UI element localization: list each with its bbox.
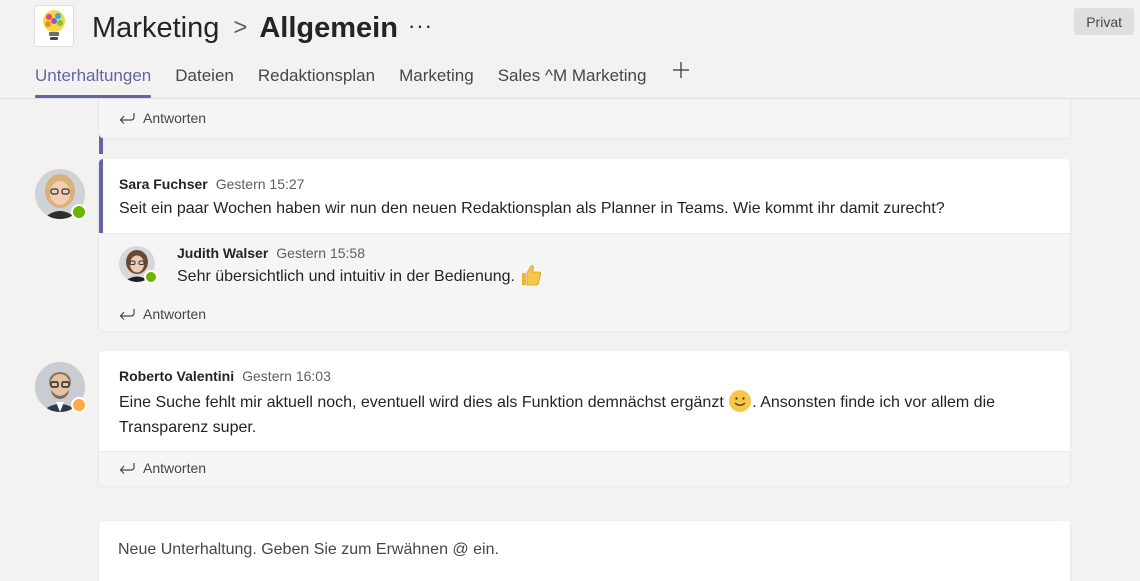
reply-button[interactable]: Antworten: [119, 110, 206, 126]
thread-roberto-valentini: Roberto Valentini Gestern 16:03 Eine Such…: [99, 351, 1070, 486]
add-tab-icon[interactable]: [671, 60, 691, 80]
privacy-badge: Privat: [1074, 8, 1134, 35]
reply-author[interactable]: Judith Walser: [177, 245, 268, 261]
reply-label: Antworten: [143, 306, 207, 322]
message: Roberto Valentini Gestern 16:03 Eine Such…: [119, 368, 1049, 440]
compose-placeholder: Neue Unterhaltung. Geben Sie zum Erwähne…: [118, 541, 499, 558]
reply-label: Antworten: [143, 460, 207, 476]
reply-area: Antworten: [99, 98, 1070, 138]
team-logo[interactable]: [35, 6, 73, 46]
tab-dateien[interactable]: Dateien: [175, 66, 234, 98]
message-time: Gestern 16:03: [242, 368, 331, 384]
more-options-icon[interactable]: ···: [408, 13, 433, 39]
reply-arrow-icon: [119, 463, 135, 474]
message-text-part1: Eine Suche fehlt mir aktuell noch, event…: [119, 394, 724, 411]
tab-marketing[interactable]: Marketing: [399, 66, 474, 98]
message-text: Seit ein paar Wochen haben wir nun den n…: [119, 200, 945, 217]
reply-time: Gestern 15:58: [276, 245, 366, 261]
message-author[interactable]: Sara Fuchser: [119, 176, 208, 192]
message-time: Gestern 15:27: [215, 176, 305, 192]
avatar[interactable]: [119, 246, 158, 284]
reply-text: Sehr übersichtlich und intuitiv in der B…: [177, 268, 515, 285]
tab-sales-marketing[interactable]: Sales ^M Marketing: [498, 66, 647, 98]
reply-label: Antworten: [143, 110, 207, 126]
status-available-icon: [71, 204, 87, 220]
team-name[interactable]: Marketing: [92, 12, 219, 45]
lightbulb-icon: [43, 10, 65, 40]
reply-area: Antworten: [99, 451, 1070, 486]
message-text: Eine Suche fehlt mir aktuell noch, event…: [119, 389, 1049, 440]
reply-button[interactable]: Antworten: [119, 460, 206, 476]
message-author[interactable]: Roberto Valentini: [119, 368, 234, 384]
reply-button[interactable]: Antworten: [119, 306, 206, 322]
thread-sara-fuchser: Sara Fuchser Gestern 15:27 Seit ein paar …: [99, 159, 1070, 331]
message-text-part2: . Ansonsten finde ich vor allem die: [752, 394, 996, 411]
breadcrumb-separator: >: [233, 14, 248, 41]
reply-text-line: Sehr übersichtlich und intuitiv in der B…: [177, 264, 1037, 289]
tab-redaktionsplan[interactable]: Redaktionsplan: [258, 66, 375, 98]
status-away-icon: [71, 397, 87, 413]
channel-header: Marketing > Allgemein ··· Privat Unterha…: [0, 0, 1140, 99]
reply-arrow-icon: [119, 113, 135, 124]
avatar[interactable]: [35, 362, 87, 413]
reply-arrow-icon: [119, 309, 135, 320]
reply-area: Judith Walser Gestern 15:58 Sehr übersich…: [99, 233, 1070, 331]
reply-message: Judith Walser Gestern 15:58 Sehr übersich…: [177, 245, 1037, 289]
channel-name: Allgemein: [259, 11, 398, 44]
tab-unterhaltungen[interactable]: Unterhaltungen: [35, 66, 152, 98]
avatar[interactable]: [35, 169, 87, 220]
message: Sara Fuchser Gestern 15:27 Seit ein paar …: [119, 176, 1049, 221]
breadcrumb: Marketing > Allgemein ···: [92, 8, 433, 48]
status-available-icon: [144, 270, 158, 284]
new-conversation-input[interactable]: Neue Unterhaltung. Geben Sie zum Erwähne…: [99, 521, 1070, 581]
message-text-line2: Transparenz super.: [119, 419, 257, 436]
thumbs-up-icon: [522, 265, 542, 286]
smile-icon: [729, 389, 752, 412]
tab-bar: Unterhaltungen Dateien Redaktionsplan Ma…: [35, 62, 689, 98]
